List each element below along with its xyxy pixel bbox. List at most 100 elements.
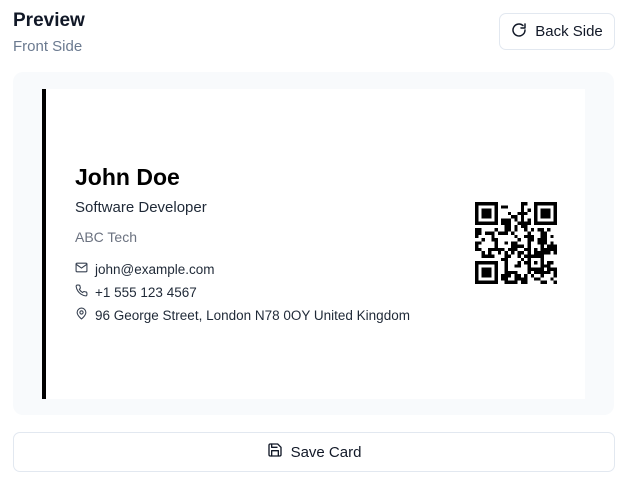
qr-module bbox=[527, 254, 531, 258]
qr-module bbox=[520, 215, 525, 219]
qr-module bbox=[475, 264, 479, 268]
qr-module bbox=[524, 234, 528, 239]
qr-module bbox=[504, 277, 508, 281]
qr-module bbox=[553, 247, 557, 252]
side-indicator: Front Side bbox=[13, 38, 83, 55]
qr-module bbox=[488, 231, 492, 235]
qr-module bbox=[537, 254, 541, 258]
qr-module bbox=[524, 277, 528, 281]
qr-module bbox=[475, 208, 479, 212]
business-card-front: John Doe Software Developer ABC Tech joh… bbox=[42, 89, 585, 399]
qr-module bbox=[514, 215, 518, 219]
qr-module bbox=[543, 234, 548, 239]
qr-module bbox=[517, 221, 521, 225]
qr-module bbox=[514, 270, 518, 275]
flip-card-button[interactable]: Back Side bbox=[499, 13, 615, 50]
qr-module bbox=[524, 211, 528, 216]
qr-module bbox=[481, 274, 485, 278]
qr-module bbox=[553, 244, 557, 248]
qr-module bbox=[524, 228, 528, 232]
qr-module bbox=[520, 218, 525, 222]
qr-module bbox=[527, 264, 531, 268]
qr-module bbox=[540, 257, 544, 262]
qr-module bbox=[537, 267, 541, 271]
qr-module bbox=[514, 277, 518, 281]
qr-module bbox=[491, 234, 495, 239]
qr-module bbox=[517, 261, 521, 265]
qr-module bbox=[524, 274, 528, 278]
qr-module bbox=[484, 208, 489, 212]
qr-module bbox=[550, 277, 554, 281]
qr-module bbox=[537, 270, 541, 275]
qr-module bbox=[530, 267, 535, 271]
qr-module bbox=[553, 280, 557, 284]
qr-module bbox=[501, 257, 505, 262]
qr-module bbox=[514, 280, 518, 284]
qr-module bbox=[475, 205, 479, 209]
save-card-button[interactable]: Save Card bbox=[13, 432, 615, 472]
qr-module bbox=[537, 238, 541, 242]
qr-module bbox=[488, 274, 492, 278]
qr-module bbox=[527, 208, 531, 212]
qr-module bbox=[484, 254, 489, 258]
qr-module bbox=[517, 244, 521, 248]
qr-module bbox=[494, 241, 498, 245]
qr-module bbox=[491, 247, 495, 252]
qr-module bbox=[511, 241, 515, 245]
qr-module bbox=[543, 221, 548, 225]
qr-module bbox=[475, 274, 479, 278]
qr-module bbox=[481, 211, 485, 216]
qr-module bbox=[494, 208, 498, 212]
qr-module bbox=[488, 215, 492, 219]
qr-module bbox=[543, 202, 548, 206]
qr-module bbox=[504, 270, 508, 275]
qr-module bbox=[501, 218, 505, 222]
qr-module bbox=[494, 205, 498, 209]
qr-module bbox=[530, 254, 535, 258]
qr-module bbox=[507, 247, 512, 252]
qr-module bbox=[497, 247, 502, 252]
qr-module bbox=[494, 247, 498, 252]
qr-module bbox=[547, 244, 551, 248]
qr-module bbox=[527, 221, 531, 225]
qr-module bbox=[478, 280, 482, 284]
qr-module bbox=[475, 247, 479, 252]
qr-module bbox=[534, 211, 538, 216]
qr-module bbox=[540, 208, 544, 212]
qr-module bbox=[475, 231, 479, 235]
qr-module bbox=[534, 247, 538, 252]
qr-module bbox=[540, 241, 544, 245]
card-company: ABC Tech bbox=[75, 229, 137, 245]
qr-module bbox=[475, 241, 479, 245]
qr-module bbox=[534, 215, 538, 219]
qr-module bbox=[527, 267, 531, 271]
qr-module bbox=[517, 251, 521, 255]
qr-module bbox=[543, 247, 548, 252]
qr-module bbox=[481, 215, 485, 219]
qr-module bbox=[543, 211, 548, 216]
qr-module bbox=[488, 261, 492, 265]
qr-module bbox=[553, 218, 557, 222]
qr-module bbox=[543, 251, 548, 255]
qr-module bbox=[514, 264, 518, 268]
card-email: john@example.com bbox=[75, 261, 215, 277]
qr-module bbox=[537, 277, 541, 281]
qr-module bbox=[553, 208, 557, 212]
phone-icon bbox=[75, 284, 88, 300]
qr-module bbox=[520, 257, 525, 262]
qr-module bbox=[520, 202, 525, 206]
qr-module bbox=[524, 261, 528, 265]
card-phone: +1 555 123 4567 bbox=[75, 284, 197, 300]
card-email-text: john@example.com bbox=[95, 261, 215, 277]
qr-module bbox=[553, 202, 557, 206]
qr-module bbox=[553, 211, 557, 216]
qr-module bbox=[475, 211, 479, 216]
qr-module bbox=[514, 274, 518, 278]
qr-module bbox=[484, 280, 489, 284]
qr-module bbox=[537, 202, 541, 206]
qr-module bbox=[550, 234, 554, 239]
qr-module bbox=[475, 277, 479, 281]
save-button-label: Save Card bbox=[290, 443, 362, 461]
qr-module bbox=[540, 247, 544, 252]
qr-module bbox=[547, 261, 551, 265]
